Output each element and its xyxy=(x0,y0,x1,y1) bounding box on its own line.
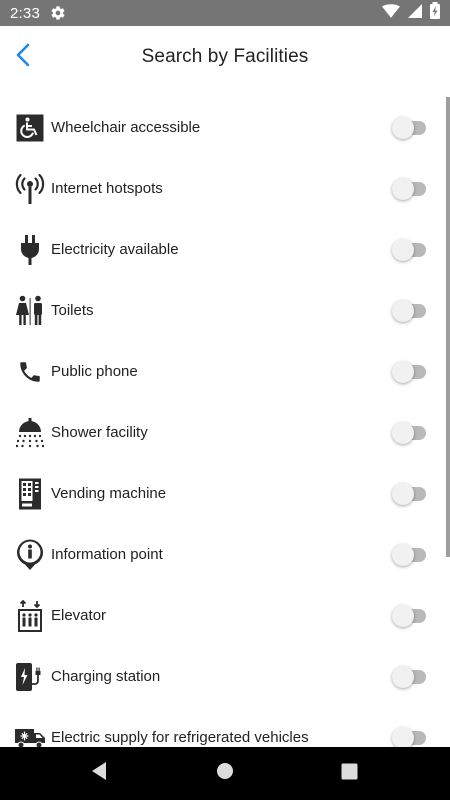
information-point-toggle[interactable] xyxy=(392,543,428,566)
nav-recents-button[interactable] xyxy=(319,747,379,800)
wheelchair-toggle[interactable] xyxy=(392,116,428,139)
list-item-charging-station[interactable]: Charging station xyxy=(0,646,440,707)
list-item-toilets[interactable]: Toilets xyxy=(0,280,440,341)
status-time: 2:33 xyxy=(10,4,40,22)
shower-icon xyxy=(14,416,46,450)
toilets-icon xyxy=(14,294,46,328)
cell-signal-icon xyxy=(408,3,422,23)
scrollbar[interactable] xyxy=(446,97,450,557)
electric-plug-icon xyxy=(14,233,46,267)
list-item-refrigerated-vehicles[interactable]: Electric supply for refrigerated vehicle… xyxy=(0,707,440,747)
nav-back-button[interactable] xyxy=(69,747,129,800)
battery-charging-icon xyxy=(430,2,440,24)
nav-home-button[interactable] xyxy=(195,747,255,800)
settings-gear-icon xyxy=(50,5,66,21)
facility-label: Shower facility xyxy=(51,424,148,441)
facility-label: Vending machine xyxy=(51,485,167,502)
wheelchair-icon xyxy=(14,111,46,145)
list-item-elevator[interactable]: Elevator xyxy=(0,585,440,646)
public-phone-toggle[interactable] xyxy=(392,360,428,383)
list-item-wheelchair[interactable]: Wheelchair accessible xyxy=(0,97,440,158)
list-item-information-point[interactable]: Information point xyxy=(0,524,440,585)
vending-machine-toggle[interactable] xyxy=(392,482,428,505)
facility-label: Elevator xyxy=(51,607,107,624)
nav-recents-icon xyxy=(341,763,358,785)
list-item-public-phone[interactable]: Public phone xyxy=(0,341,440,402)
phone-icon xyxy=(14,355,46,389)
list-item-electricity[interactable]: Electricity available xyxy=(0,219,440,280)
nav-home-icon xyxy=(216,762,234,785)
chevron-left-icon xyxy=(15,43,31,72)
facility-label: Electricity available xyxy=(51,241,179,258)
electricity-toggle[interactable] xyxy=(392,238,428,261)
list-item-shower[interactable]: Shower facility xyxy=(0,402,440,463)
app-bar: Search by Facilities xyxy=(0,26,450,88)
page-title: Search by Facilities xyxy=(141,46,309,67)
shower-toggle[interactable] xyxy=(392,421,428,444)
vending-machine-icon xyxy=(14,477,46,511)
facility-label: Toilets xyxy=(51,302,94,319)
facility-label: Internet hotspots xyxy=(51,180,163,197)
information-icon xyxy=(14,538,46,572)
list-item-vending-machine[interactable]: Vending machine xyxy=(0,463,440,524)
facility-label: Wheelchair accessible xyxy=(51,119,201,136)
refrigerated-truck-icon xyxy=(14,721,46,747)
status-icons xyxy=(382,2,440,24)
charging-station-toggle[interactable] xyxy=(392,665,428,688)
nav-back-icon xyxy=(90,761,108,786)
internet-hotspots-toggle[interactable] xyxy=(392,177,428,200)
elevator-icon xyxy=(14,599,46,633)
hotspot-antenna-icon xyxy=(14,172,46,206)
facility-label: Information point xyxy=(51,546,163,563)
list-item-internet-hotspots[interactable]: Internet hotspots xyxy=(0,158,440,219)
toilets-toggle[interactable] xyxy=(392,299,428,322)
facility-label: Charging station xyxy=(51,668,161,685)
elevator-toggle[interactable] xyxy=(392,604,428,627)
refrigerated-vehicles-toggle[interactable] xyxy=(392,726,428,747)
facility-label: Electric supply for refrigerated vehicle… xyxy=(51,729,309,746)
charging-station-icon xyxy=(14,660,46,694)
status-bar: 2:33 xyxy=(0,0,450,26)
back-button[interactable] xyxy=(6,40,40,74)
wifi-icon xyxy=(382,3,400,23)
navigation-bar xyxy=(0,747,450,800)
facility-label: Public phone xyxy=(51,363,138,380)
facilities-list[interactable]: Wheelchair accessible Internet hotspots … xyxy=(0,97,450,747)
